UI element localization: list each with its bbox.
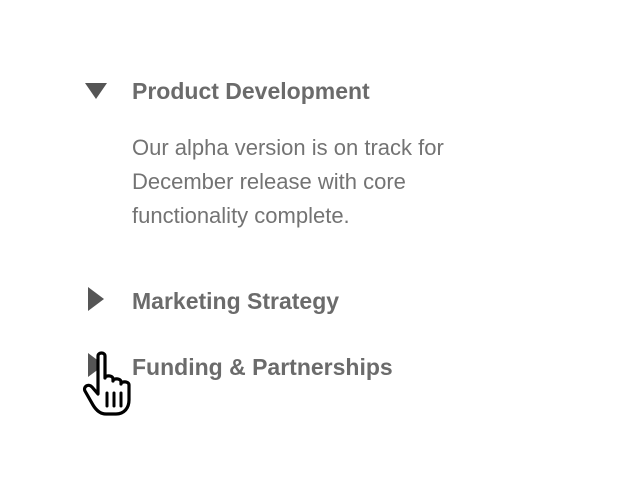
section-title: Funding & Partnerships xyxy=(132,354,393,380)
triangle-down-icon[interactable] xyxy=(80,74,112,106)
body-line: functionality complete. xyxy=(132,203,350,228)
accordion-header-marketing-strategy[interactable]: Marketing Strategy xyxy=(80,284,520,316)
triangle-right-icon[interactable] xyxy=(80,284,112,316)
body-line: December release with core xyxy=(132,169,406,194)
accordion-header-product-development[interactable]: Product Development xyxy=(80,74,520,106)
body-line: Our alpha version is on track for xyxy=(132,135,444,160)
section-body: Our alpha version is on track for Decemb… xyxy=(132,131,532,233)
section-title: Product Development xyxy=(132,78,370,104)
accordion: Product Development Our alpha version is… xyxy=(0,0,624,488)
hand-pointer-icon xyxy=(82,348,148,418)
section-title: Marketing Strategy xyxy=(132,288,340,314)
